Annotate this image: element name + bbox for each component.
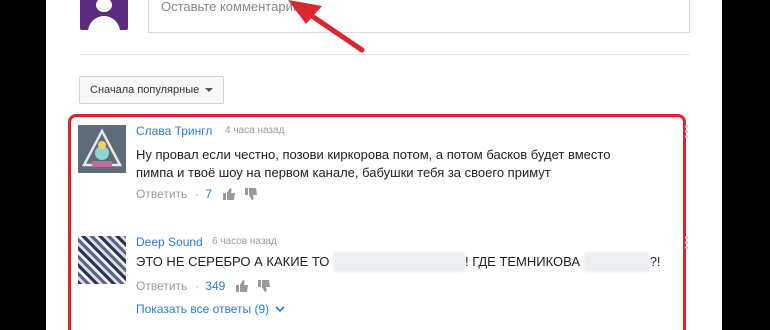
user-avatar (80, 0, 128, 30)
comment-text-part-1: ЭТО НЕ СЕРЕБРО А КАКИЕ ТО (136, 254, 330, 269)
blurred-text: . (583, 252, 650, 272)
reply-button[interactable]: Ответить (136, 279, 187, 293)
sort-dropdown[interactable]: Сначала популярные (79, 76, 225, 104)
like-count: 349 (205, 279, 226, 293)
more-options-icon[interactable] (685, 236, 688, 251)
comment-time[interactable]: 6 часов назад (212, 236, 277, 247)
reply-button[interactable]: Ответить (136, 187, 187, 201)
blurred-text: . (332, 252, 465, 272)
show-replies-link[interactable]: Показать все ответы (9) (136, 302, 285, 316)
bullet-separator: · (195, 187, 200, 201)
comment-input[interactable]: Оставьте комментарий (148, 0, 690, 33)
more-options-icon[interactable] (685, 125, 688, 140)
comment-text-line-1: Ну провал если честно, позови киркорова … (136, 147, 611, 162)
chevron-down-icon (275, 306, 285, 313)
comment-text-line-2: пимпа и твоё шоу на первом канале, бабуш… (136, 165, 551, 180)
comment-author[interactable]: Слава Трингл (136, 124, 212, 138)
caret-down-icon (205, 88, 214, 92)
divider (79, 54, 690, 55)
avatar[interactable] (78, 236, 126, 284)
sort-label: Сначала популярные (90, 84, 200, 96)
bullet-separator: · (195, 279, 200, 293)
like-count: 7 (205, 187, 212, 201)
comment-text: ЭТО НЕ СЕРЕБРО А КАКИЕ ТО .! ГДЕ ТЕМНИКО… (136, 252, 661, 272)
comment-time[interactable]: 4 часа назад (225, 125, 284, 136)
thumbs-up-icon[interactable] (235, 279, 249, 293)
thumbs-down-icon[interactable] (244, 187, 258, 201)
comment-text-part-3: ?! (649, 254, 661, 269)
avatar[interactable] (78, 125, 126, 173)
show-replies-label: Показать все ответы (9) (136, 302, 270, 316)
comment-text-part-2: ! ГДЕ ТЕМНИКОВА (464, 254, 581, 269)
comment-author[interactable]: Deep Sound (136, 235, 203, 249)
thumbs-up-icon[interactable] (222, 187, 236, 201)
comment-actions: Ответить · 7 (136, 187, 266, 201)
comments-panel: Оставьте комментарий Сначала популярные … (46, 0, 722, 330)
thumbs-down-icon[interactable] (257, 279, 271, 293)
comment-input-placeholder: Оставьте комментарий (161, 0, 301, 14)
comment-actions: Ответить · 349 (136, 279, 279, 293)
